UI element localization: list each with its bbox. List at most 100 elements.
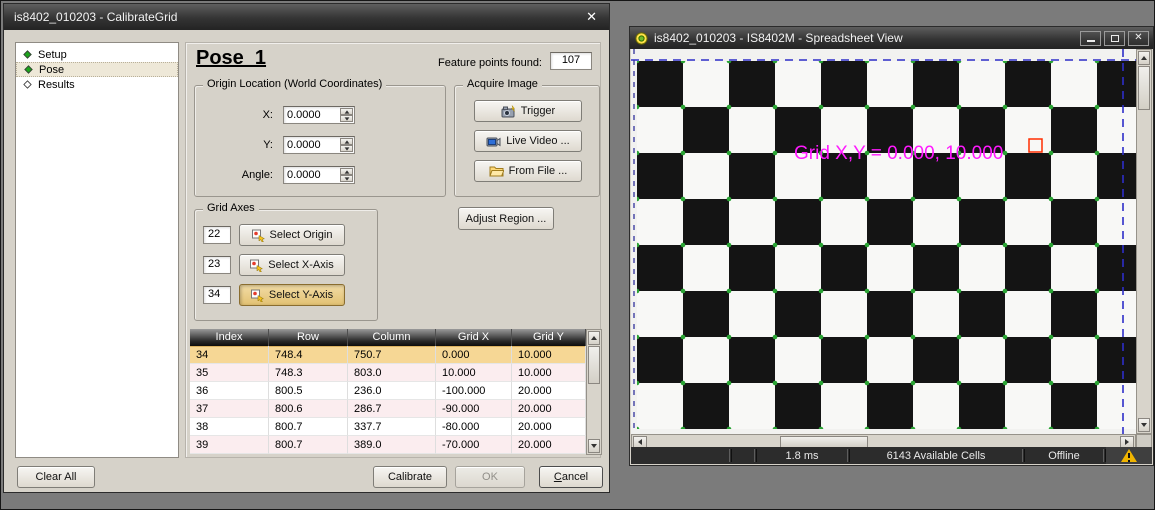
step-done-icon — [24, 65, 32, 73]
acquire-image-group: Acquire Image Trigger Live Video ... Fro… — [454, 85, 600, 197]
trigger-button-label: Trigger — [521, 105, 555, 117]
spreadsheet-window: is8402_010203 - IS8402M - Spreadsheet Vi… — [629, 26, 1154, 466]
cell-column: 337.7 — [348, 418, 436, 436]
col-header-grid-y: Grid Y — [512, 329, 586, 346]
tree-item-results[interactable]: Results — [16, 77, 178, 92]
app-icon — [635, 32, 648, 45]
live-video-icon — [486, 135, 501, 148]
table-row[interactable]: 36800.5236.0-100.00020.000 — [190, 382, 586, 400]
y-spinner — [340, 138, 353, 152]
live-video-button-label: Live Video ... — [506, 135, 569, 147]
tree-item-setup[interactable]: Setup — [16, 47, 178, 62]
status-time: 1.8 ms — [757, 447, 847, 464]
live-video-button[interactable]: Live Video ... — [474, 130, 582, 152]
trigger-button[interactable]: Trigger — [474, 100, 582, 122]
angle-input[interactable]: 0.0000 — [283, 166, 355, 184]
spin-up-icon[interactable] — [340, 108, 353, 115]
close-icon[interactable]: ✕ — [1128, 31, 1149, 46]
cell-grid-x: 10.000 — [436, 364, 512, 382]
status-blank-segment — [631, 447, 729, 464]
y-label: Y: — [195, 139, 273, 151]
table-row[interactable]: 38800.7337.7-80.00020.000 — [190, 418, 586, 436]
feature-points-table: Index Row Column Grid X Grid Y 34748.475… — [190, 329, 602, 455]
table-row[interactable]: 35748.3803.010.00010.000 — [190, 364, 586, 382]
step-tree: Setup Pose Results — [15, 42, 179, 458]
cell-grid-y: 10.000 — [512, 364, 586, 382]
minimize-icon[interactable] — [1080, 31, 1101, 46]
scroll-up-icon[interactable] — [1138, 51, 1150, 65]
select-x-axis-button[interactable]: Select X-Axis — [239, 254, 345, 276]
scrollbar-thumb[interactable] — [588, 346, 600, 384]
calibrate-client: Setup Pose Results Pose 1 Feature points… — [5, 30, 608, 491]
origin-location-group-title: Origin Location (World Coordinates) — [203, 78, 386, 90]
table-row[interactable]: 34748.4750.70.00010.000 — [190, 346, 586, 364]
adjust-region-button[interactable]: Adjust Region ... — [458, 207, 554, 230]
spin-down-icon[interactable] — [340, 175, 353, 182]
select-point-icon — [250, 259, 263, 272]
origin-cell-input[interactable]: 22 — [203, 226, 231, 244]
grid-xy-overlay-label: Grid X,Y = 0.000, 10.000 — [794, 143, 1003, 165]
y-coordinate-input[interactable]: 0.0000 — [283, 136, 355, 154]
scrollbar-thumb[interactable] — [1138, 66, 1150, 110]
cancel-button[interactable]: Cancel — [539, 466, 603, 488]
warning-indicator[interactable] — [1106, 447, 1152, 464]
status-bar: 1.8 ms 6143 Available Cells Offline — [631, 447, 1152, 464]
clear-all-button[interactable]: Clear All — [17, 466, 95, 488]
cell-column: 389.0 — [348, 436, 436, 454]
select-point-icon — [252, 229, 265, 242]
x-coordinate-input[interactable]: 0.0000 — [283, 106, 355, 124]
from-file-icon — [489, 165, 504, 177]
scroll-up-icon[interactable] — [588, 331, 600, 345]
col-header-index: Index — [190, 329, 269, 346]
cell-grid-x: -80.000 — [436, 418, 512, 436]
spin-up-icon[interactable] — [340, 168, 353, 175]
cell-grid-y: 20.000 — [512, 418, 586, 436]
scroll-down-icon[interactable] — [1138, 418, 1150, 432]
table-row[interactable]: 37800.6286.7-90.00020.000 — [190, 400, 586, 418]
from-file-button[interactable]: From File ... — [474, 160, 582, 182]
cell-grid-x: 0.000 — [436, 346, 512, 364]
warning-icon — [1121, 449, 1137, 462]
table-row[interactable]: 39800.7389.0-70.00020.000 — [190, 436, 586, 454]
select-origin-button[interactable]: Select Origin — [239, 224, 345, 246]
scroll-down-icon[interactable] — [588, 439, 600, 453]
maximize-icon[interactable] — [1104, 31, 1125, 46]
y-axis-cell-input[interactable]: 34 — [203, 286, 231, 304]
select-origin-button-label: Select Origin — [270, 229, 333, 241]
cell-grid-x: -70.000 — [436, 436, 512, 454]
spin-down-icon[interactable] — [340, 145, 353, 152]
spin-up-icon[interactable] — [340, 138, 353, 145]
image-view[interactable]: Grid X,Y = 0.000, 10.000 — [631, 49, 1136, 434]
x-axis-cell-value: 23 — [208, 258, 220, 270]
y-coordinate-value: 0.0000 — [287, 138, 339, 153]
acquire-image-group-title: Acquire Image — [463, 78, 542, 90]
calibrate-titlebar[interactable]: is8402_010203 - CalibrateGrid ✕ — [4, 4, 609, 30]
tree-item-label: Setup — [38, 49, 67, 61]
cell-index: 34 — [190, 346, 269, 364]
close-icon[interactable]: ✕ — [574, 9, 609, 25]
cell-row: 800.7 — [269, 436, 348, 454]
x-axis-cell-input[interactable]: 23 — [203, 256, 231, 274]
ok-button-label: OK — [482, 471, 498, 483]
step-done-icon — [23, 50, 31, 58]
vertical-scrollbar[interactable] — [1136, 49, 1152, 434]
tree-item-pose[interactable]: Pose — [16, 62, 178, 77]
status-available-cells: 6143 Available Cells — [850, 447, 1022, 464]
cell-index: 38 — [190, 418, 269, 436]
select-x-axis-button-label: Select X-Axis — [268, 259, 333, 271]
cell-row: 800.6 — [269, 400, 348, 418]
ok-button[interactable]: OK — [455, 466, 525, 488]
cell-index: 35 — [190, 364, 269, 382]
clear-all-button-label: Clear All — [36, 471, 77, 483]
spreadsheet-titlebar[interactable]: is8402_010203 - IS8402M - Spreadsheet Vi… — [630, 27, 1153, 49]
x-spinner — [340, 108, 353, 122]
spin-down-icon[interactable] — [340, 115, 353, 122]
cell-grid-y: 20.000 — [512, 436, 586, 454]
cell-grid-y: 10.000 — [512, 346, 586, 364]
calibrate-button[interactable]: Calibrate — [373, 466, 447, 488]
step-pending-icon — [23, 80, 31, 88]
cell-row: 800.5 — [269, 382, 348, 400]
y-axis-cell-value: 34 — [208, 288, 220, 300]
select-y-axis-button[interactable]: Select Y-Axis — [239, 284, 345, 306]
table-scrollbar[interactable] — [586, 329, 602, 455]
